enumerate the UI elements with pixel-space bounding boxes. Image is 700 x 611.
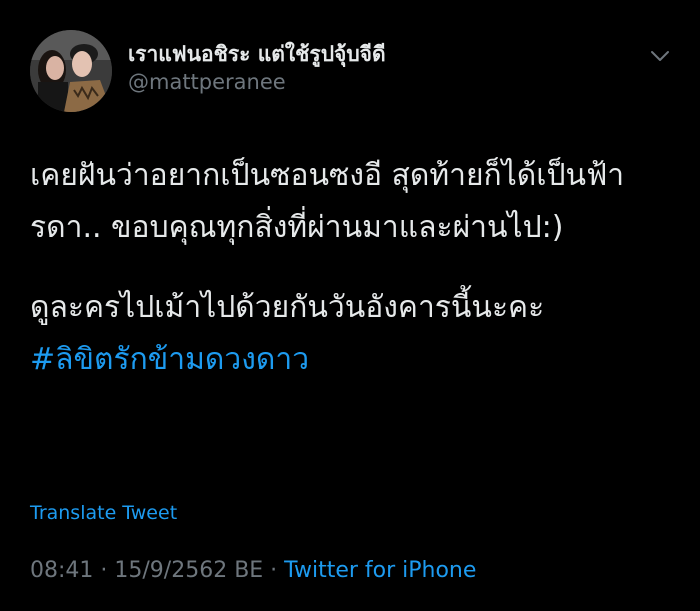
tweet-source-link[interactable]: Twitter for iPhone bbox=[284, 558, 476, 583]
hashtag-link[interactable]: #ลิขิตรักข้ามดวงดาว bbox=[30, 342, 309, 377]
meta-separator: · bbox=[263, 558, 285, 583]
chevron-down-icon[interactable] bbox=[648, 46, 672, 66]
user-handle[interactable]: @mattperanee bbox=[128, 70, 286, 94]
tweet-paragraph: ดูละครไปเม้าไปด้วยกันวันอังคารนี้นะคะ bbox=[30, 290, 545, 325]
tweet-meta: 08:41 · 15/9/2562 BE · Twitter for iPhon… bbox=[30, 558, 476, 583]
avatar[interactable] bbox=[30, 30, 112, 112]
tweet-date: 15/9/2562 BE bbox=[114, 558, 264, 583]
tweet-paragraph: เคยฝันว่าอยากเป็นซอนซงอี สุดท้ายก็ได้เป็… bbox=[30, 158, 625, 245]
avatar-photo bbox=[30, 30, 112, 112]
display-name[interactable]: เราแฟนอชิระ แต่ใช้รูปจุ้บจีดี bbox=[128, 38, 386, 71]
translate-tweet-link[interactable]: Translate Tweet bbox=[30, 502, 177, 524]
tweet-time: 08:41 bbox=[30, 558, 94, 583]
tweet-card: เราแฟนอชิระ แต่ใช้รูปจุ้บจีดี @mattperan… bbox=[0, 0, 700, 611]
tweet-text: เคยฝันว่าอยากเป็นซอนซงอี สุดท้ายก็ได้เป็… bbox=[30, 150, 670, 386]
meta-separator: · bbox=[93, 558, 115, 583]
